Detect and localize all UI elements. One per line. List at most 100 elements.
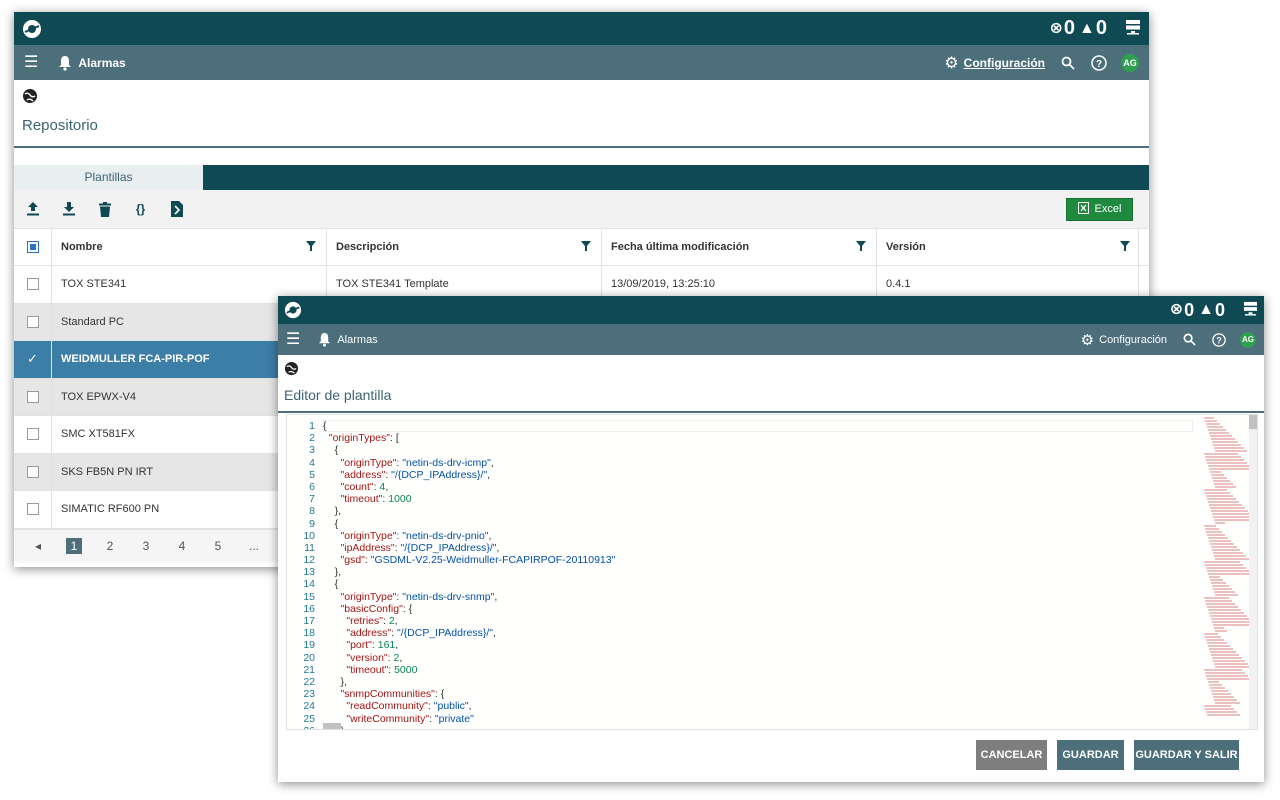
scrollbar-thumb[interactable] <box>1249 415 1257 429</box>
configuration-link[interactable]: ⚙ Configuración <box>944 53 1045 73</box>
search-icon[interactable] <box>1183 333 1196 346</box>
code-line[interactable]: "port": 161, <box>323 639 1193 651</box>
code-line[interactable]: }, <box>323 676 1193 688</box>
code-line[interactable]: "originType": "netin-ds-drv-icmp", <box>323 457 1193 469</box>
save-button[interactable]: GUARDAR <box>1057 740 1124 770</box>
help-icon[interactable]: ? <box>1212 332 1226 347</box>
vertical-scrollbar[interactable] <box>1249 415 1257 729</box>
app-logo-icon[interactable] <box>22 19 42 39</box>
json-code-editor[interactable]: 1 2 3 4 5 6 7 8 9 10 11 12 13 14 15 16 17 18 19 20 21 22 23 24 2… <box>286 414 1258 730</box>
horizontal-scrollbar[interactable] <box>323 723 341 729</box>
code-line[interactable]: { <box>323 518 1193 530</box>
code-line[interactable]: "version": 2, <box>323 652 1193 664</box>
avatar[interactable]: AG <box>1121 53 1139 72</box>
code-content[interactable]: { "originTypes": [ { "originType": "neti… <box>323 420 1193 729</box>
row-checkbox[interactable] <box>26 503 39 516</box>
minimap-line <box>1206 495 1233 497</box>
code-line[interactable]: "originTypes": [ <box>323 432 1193 444</box>
minimap-line <box>1205 564 1243 566</box>
avatar[interactable]: AG <box>1240 331 1256 348</box>
minimap-line <box>1204 561 1240 563</box>
line-number: 26 <box>287 725 315 729</box>
code-line[interactable]: "gsd": "GSDML-V2.25-Weidmuller-FCAPIRPOF… <box>323 554 1193 566</box>
pager-page[interactable]: 4 <box>164 539 200 553</box>
minimap-line <box>1206 675 1248 677</box>
json-braces-icon[interactable]: {} <box>132 201 149 218</box>
check-icon[interactable]: ✓ <box>27 351 38 367</box>
errors-counter[interactable]: ⊗ 0 <box>1170 300 1194 321</box>
code-line[interactable]: "originType": "netin-ds-drv-pnio", <box>323 530 1193 542</box>
pager-page[interactable]: 3 <box>128 539 164 553</box>
code-line[interactable]: "writeCommunity": "private" <box>323 713 1193 725</box>
code-line[interactable]: { <box>323 420 1193 432</box>
column-header-modified-date[interactable]: Fecha última modificación <box>611 241 749 253</box>
code-line[interactable]: "address": "/{DCP_IPAddress}/", <box>323 627 1193 639</box>
save-and-exit-button[interactable]: GUARDAR Y SALIR <box>1134 740 1239 770</box>
excel-export-button[interactable]: Excel <box>1066 197 1133 221</box>
nav-title[interactable]: Alarmas <box>337 334 377 346</box>
download-icon[interactable] <box>60 201 77 218</box>
errors-counter[interactable]: ⊗ 0 <box>1050 17 1076 40</box>
code-line[interactable]: "retries": 2, <box>323 615 1193 627</box>
code-line[interactable]: "snmpCommunities": { <box>323 688 1193 700</box>
minimap-line <box>1210 615 1247 617</box>
code-line[interactable]: }, <box>323 566 1193 578</box>
code-line[interactable]: "timeout": 5000 <box>323 664 1193 676</box>
code-line[interactable]: { <box>323 578 1193 590</box>
app-logo-icon[interactable] <box>284 301 302 319</box>
menu-icon[interactable]: ☰ <box>24 54 38 71</box>
pager-prev-icon[interactable]: ◂ <box>20 539 56 553</box>
code-line[interactable]: "address": "/{DCP_IPAddress}/", <box>323 469 1193 481</box>
filter-icon[interactable] <box>306 240 316 254</box>
filter-icon[interactable] <box>581 240 591 254</box>
row-checkbox[interactable] <box>26 428 39 441</box>
tab-plantillas[interactable]: Plantillas <box>14 165 203 190</box>
minimap-line <box>1207 426 1223 428</box>
row-checkbox[interactable] <box>26 390 39 403</box>
minimap-line <box>1214 663 1248 665</box>
server-icon[interactable] <box>1125 19 1141 38</box>
editor-minimap[interactable] <box>1200 417 1257 727</box>
code-line[interactable]: } <box>323 725 1193 729</box>
column-header-name[interactable]: Nombre <box>61 241 103 253</box>
file-export-icon[interactable] <box>168 201 185 218</box>
app-navbar: ☰ Alarmas ⚙ Configuración ? AG <box>278 324 1264 355</box>
warnings-counter[interactable]: ▲ 0 <box>1079 17 1107 40</box>
pager-ellipsis[interactable]: ... <box>236 539 272 553</box>
nav-title[interactable]: Alarmas <box>78 56 125 70</box>
code-line[interactable]: "ipAddress": "/{DCP_IPAddress}/", <box>323 542 1193 554</box>
code-line[interactable]: "readCommunity": "public", <box>323 700 1193 712</box>
minimap-line <box>1205 528 1219 530</box>
filter-icon[interactable] <box>1120 240 1130 254</box>
code-line[interactable]: }, <box>323 505 1193 517</box>
code-line[interactable]: "timeout": 1000 <box>323 493 1193 505</box>
row-checkbox[interactable] <box>26 278 39 291</box>
cancel-button[interactable]: CANCELAR <box>976 740 1047 770</box>
code-line[interactable]: { <box>323 444 1193 456</box>
warnings-counter[interactable]: ▲ 0 <box>1198 300 1225 321</box>
search-icon[interactable] <box>1061 56 1075 70</box>
menu-icon[interactable]: ☰ <box>286 331 300 348</box>
code-line[interactable]: "originType": "netin-ds-drv-snmp", <box>323 591 1193 603</box>
minimap-line <box>1210 687 1225 689</box>
code-line[interactable]: "basicConfig": { <box>323 603 1193 615</box>
pager-page[interactable]: 2 <box>92 539 128 553</box>
filter-icon[interactable] <box>856 240 866 254</box>
select-all-checkbox[interactable] <box>26 241 39 253</box>
server-icon[interactable] <box>1243 301 1258 319</box>
upload-icon[interactable] <box>24 201 41 218</box>
minimap-line <box>1208 465 1250 467</box>
pager-page[interactable]: 1 <box>56 537 92 554</box>
row-checkbox[interactable] <box>26 315 39 328</box>
trash-icon[interactable] <box>96 201 113 218</box>
row-checkbox[interactable] <box>26 465 39 478</box>
minimap-line <box>1211 474 1224 476</box>
line-number: 15 <box>303 590 315 603</box>
column-header-description[interactable]: Descripción <box>336 241 399 253</box>
code-line[interactable]: "count": 4, <box>323 481 1193 493</box>
pager-page[interactable]: 5 <box>200 539 236 553</box>
configuration-link[interactable]: ⚙ Configuración <box>1081 331 1167 349</box>
minimap-line <box>1210 579 1223 581</box>
column-header-version[interactable]: Versión <box>886 241 926 253</box>
help-icon[interactable]: ? <box>1091 54 1107 71</box>
